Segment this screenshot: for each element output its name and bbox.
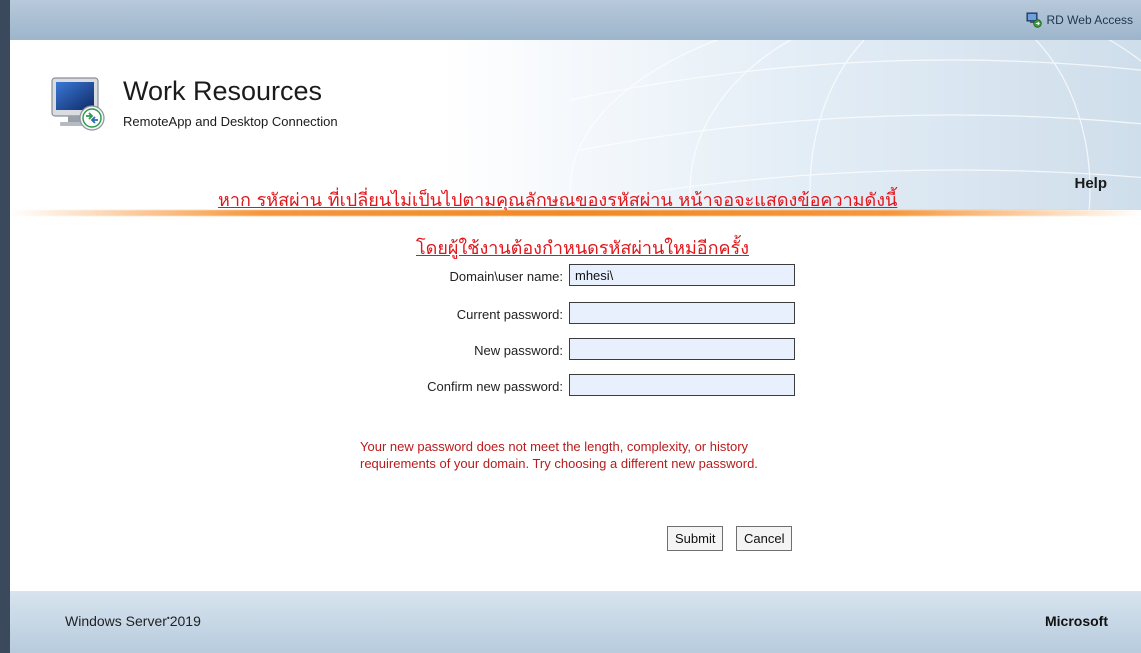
confirm-password-field[interactable] xyxy=(569,374,795,396)
help-link[interactable]: Help xyxy=(1074,175,1107,192)
submit-button[interactable]: Submit xyxy=(667,526,724,551)
current-password-label: Current password: xyxy=(456,307,563,322)
rd-web-access-label: RD Web Access xyxy=(1046,13,1133,27)
footer-bar: Windows Server•2019 Microsoft xyxy=(10,591,1141,653)
new-password-label: New password: xyxy=(474,343,563,358)
product-version: 2019 xyxy=(169,613,201,629)
remoteapp-monitor-icon xyxy=(48,72,112,136)
page-title: Work Resources xyxy=(123,76,323,106)
window-frame-left xyxy=(0,0,10,653)
thai-annotation-line-2: โดยผู้ใช้งานต้องกำหนดรหัสผ่านใหม่อีกครั้… xyxy=(416,238,750,259)
new-password-field[interactable] xyxy=(569,338,795,360)
username-label: Domain\user name: xyxy=(449,269,563,284)
microsoft-logo: Microsoft xyxy=(1045,613,1108,629)
cancel-button[interactable]: Cancel xyxy=(736,526,793,551)
product-name: Windows Server xyxy=(65,613,167,629)
windows-server-logo: Windows Server•2019 xyxy=(65,613,201,629)
rd-web-access-link[interactable]: RD Web Access xyxy=(1026,12,1133,28)
page-subtitle: RemoteApp and Desktop Connection xyxy=(123,114,338,129)
header-divider xyxy=(10,210,1141,216)
top-bar: RD Web Access xyxy=(10,0,1141,40)
password-error-message: Your new password does not meet the leng… xyxy=(360,439,758,471)
current-password-field[interactable] xyxy=(569,302,795,324)
username-field[interactable] xyxy=(569,264,795,286)
confirm-password-label: Confirm new password: xyxy=(427,379,563,394)
rd-web-access-icon xyxy=(1026,12,1042,28)
rd-web-access-page: RD Web Access Work Resources RemoteApp a… xyxy=(10,0,1141,653)
